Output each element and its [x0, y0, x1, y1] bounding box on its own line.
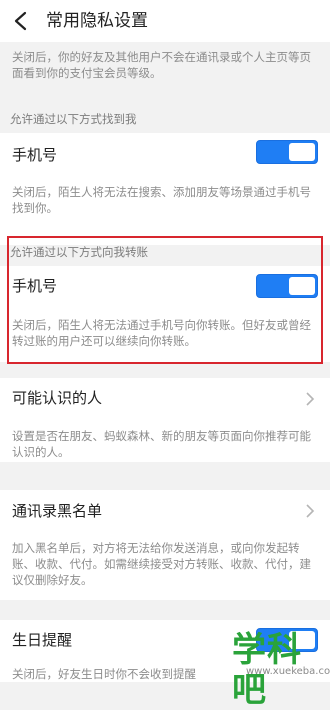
- people-you-may-know-row[interactable]: 可能认识的人 设置是否在朋友、蚂蚁森林、新的朋友等页面向你推荐可能认识的人。: [0, 378, 330, 462]
- highlight-box: [7, 236, 323, 364]
- find-me-phone-note: 关闭后，陌生人将无法在搜索、添加朋友等场景通过手机号找到你。: [12, 185, 311, 215]
- back-arrow-icon[interactable]: [12, 11, 30, 31]
- birthday-reminder-label: 生日提醒: [12, 631, 73, 649]
- top-bar: 常用隐私设置: [0, 0, 330, 42]
- people-you-may-know-note: 设置是否在朋友、蚂蚁森林、新的朋友等页面向你推荐可能认识的人。: [12, 429, 311, 459]
- member-level-note: 关闭后，你的好友及其他用户不会在通讯录或个人主页等页面看到你的支付宝会员等级。: [12, 50, 311, 80]
- find-me-phone-row: 手机号 关闭后，陌生人将无法在搜索、添加朋友等场景通过手机号找到你。: [0, 133, 330, 245]
- people-you-may-know-label: 可能认识的人: [12, 389, 103, 407]
- contacts-blacklist-label: 通讯录黑名单: [12, 502, 103, 520]
- find-me-phone-label: 手机号: [12, 146, 58, 164]
- chevron-right-icon: [306, 392, 315, 406]
- chevron-right-icon: [306, 504, 315, 518]
- page-title: 常用隐私设置: [46, 11, 148, 31]
- contacts-blacklist-note: 加入黑名单后，对方将无法给你发送消息，或向你发起转账、收款、代付。如需继续接受对…: [12, 541, 311, 587]
- toggle-knob: [289, 143, 315, 161]
- watermark-url: www.xuekeba.com: [246, 666, 330, 677]
- contacts-blacklist-row[interactable]: 通讯录黑名单 加入黑名单后，对方将无法给你发送消息，或向你发起转账、收款、代付。…: [0, 490, 330, 600]
- section-header-find-me: 允许通过以下方式找到我: [10, 112, 137, 126]
- find-me-phone-toggle[interactable]: [256, 140, 318, 164]
